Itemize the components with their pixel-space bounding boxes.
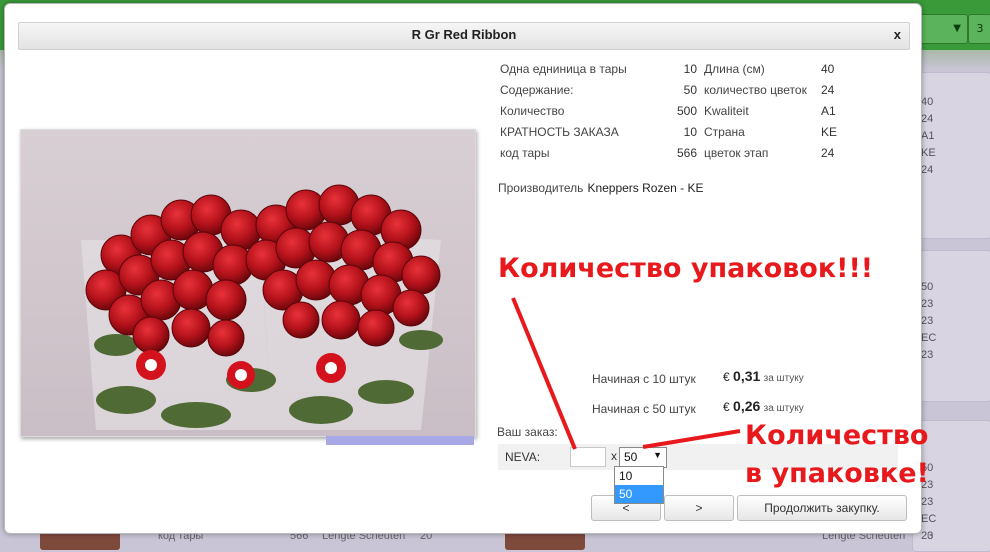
currency-symbol: € [723,400,730,414]
spec-value: 40 [821,62,835,76]
continue-shopping-button[interactable]: Продолжить закупку. [737,495,907,521]
price-unit: за штуку [763,403,804,414]
price-tier-label: Начиная с 10 штук [592,372,696,386]
spec-value: A1 [821,104,836,118]
background-spec-value: EC [921,332,937,344]
product-photo [20,129,476,437]
background-spec-value: A1 [921,130,935,142]
background-spec-value: 24 [921,164,934,176]
annotation-line: в упаковке! [745,458,929,489]
dropdown-option-selected[interactable]: 50 [615,485,663,503]
price-amount: 0,31 [733,368,761,384]
spec-value: 10 [683,62,697,76]
spec-value: 50 [683,83,697,97]
spec-value: 566 [676,146,697,160]
background-spec-value: 50 [921,281,934,293]
background-value: 20 [921,530,934,542]
spec-values-left: 10 50 500 10 566 [645,59,697,164]
spec-label: Страна [704,125,745,139]
package-size-select[interactable]: 50 ▼ [619,447,667,468]
background-spec-value: 23 [921,315,934,327]
spec-label: Содержание: [500,83,574,97]
spec-label: КРАТНОСТЬ ЗАКАЗА [500,125,619,139]
package-quantity-input[interactable] [570,447,606,467]
background-spec-column: 40 24 A1 KE 24 [921,94,936,179]
background-spec-value: 23 [921,349,934,361]
spec-labels-left: Одна едниница в тары Содержание: Количес… [500,59,650,164]
producer-label: Производитель [498,181,584,195]
background-spec-value: KE [921,147,936,159]
dropdown-option[interactable]: 10 [615,467,663,485]
close-button[interactable]: x [894,27,901,42]
spec-label: Длина (см) [704,62,765,76]
price-tier-label: Начиная с 50 штук [592,402,696,416]
chevron-down-icon: ▼ [953,23,961,34]
annotation-line: Количество [745,420,929,451]
modal-titlebar: R Gr Red Ribbon x [18,22,910,50]
spec-value: 24 [821,146,835,160]
producer-value: Kneppers Rozen - KE [587,181,704,195]
background-spec-value: 23 [921,298,934,310]
spec-label: Количество [500,104,565,118]
spec-value: 500 [676,104,697,118]
background-spec-column: 50 23 23 EC 23 [921,279,936,364]
spec-labels-right: Длина (см) количество цветок Kwaliteit С… [704,59,824,164]
spec-label: Одна едниница в тары [500,62,627,76]
price-unit: за штуку [763,373,804,384]
spec-label: код тары [500,146,550,160]
spec-label: цветок этап [704,146,769,160]
spec-label: количество цветок [704,83,807,97]
currency-symbol: € [723,370,730,384]
order-row-name: NEVA: [505,450,541,464]
multiply-sign: x [611,449,617,463]
package-size-options: 10 50 [614,466,664,504]
background-button[interactable]: 3 [968,14,990,44]
background-spec-value: 40 [921,96,934,108]
annotation-per-package: Количество в упаковке! [745,417,929,493]
price-amount: 0,26 [733,398,761,414]
background-spec-value: EC [921,513,937,525]
next-button[interactable]: > [664,495,734,521]
spec-value: 10 [683,125,697,139]
spec-label: Kwaliteit [704,104,749,118]
spec-values-right: 40 24 A1 KE 24 [821,59,861,164]
background-select[interactable]: ▼ [918,14,968,44]
price-tier-value: € 0,31 за штуку [723,368,804,384]
order-label: Ваш заказ: [497,425,558,439]
roses-image [21,130,475,436]
spec-value: KE [821,125,838,139]
background-spec-value: 23 [921,496,934,508]
annotation-packages: Количество упаковок!!! [498,253,874,284]
photo-shadow [326,436,474,445]
package-size-selected: 50 [624,450,638,464]
background-spec-value: 24 [921,113,934,125]
producer-line: Производитель Kneppers Rozen - KE [498,181,704,195]
price-tier-value: € 0,26 за штуку [723,398,804,414]
chevron-down-icon: ▼ [653,450,662,460]
spec-value: 24 [821,83,835,97]
modal-title: R Gr Red Ribbon [411,27,517,42]
